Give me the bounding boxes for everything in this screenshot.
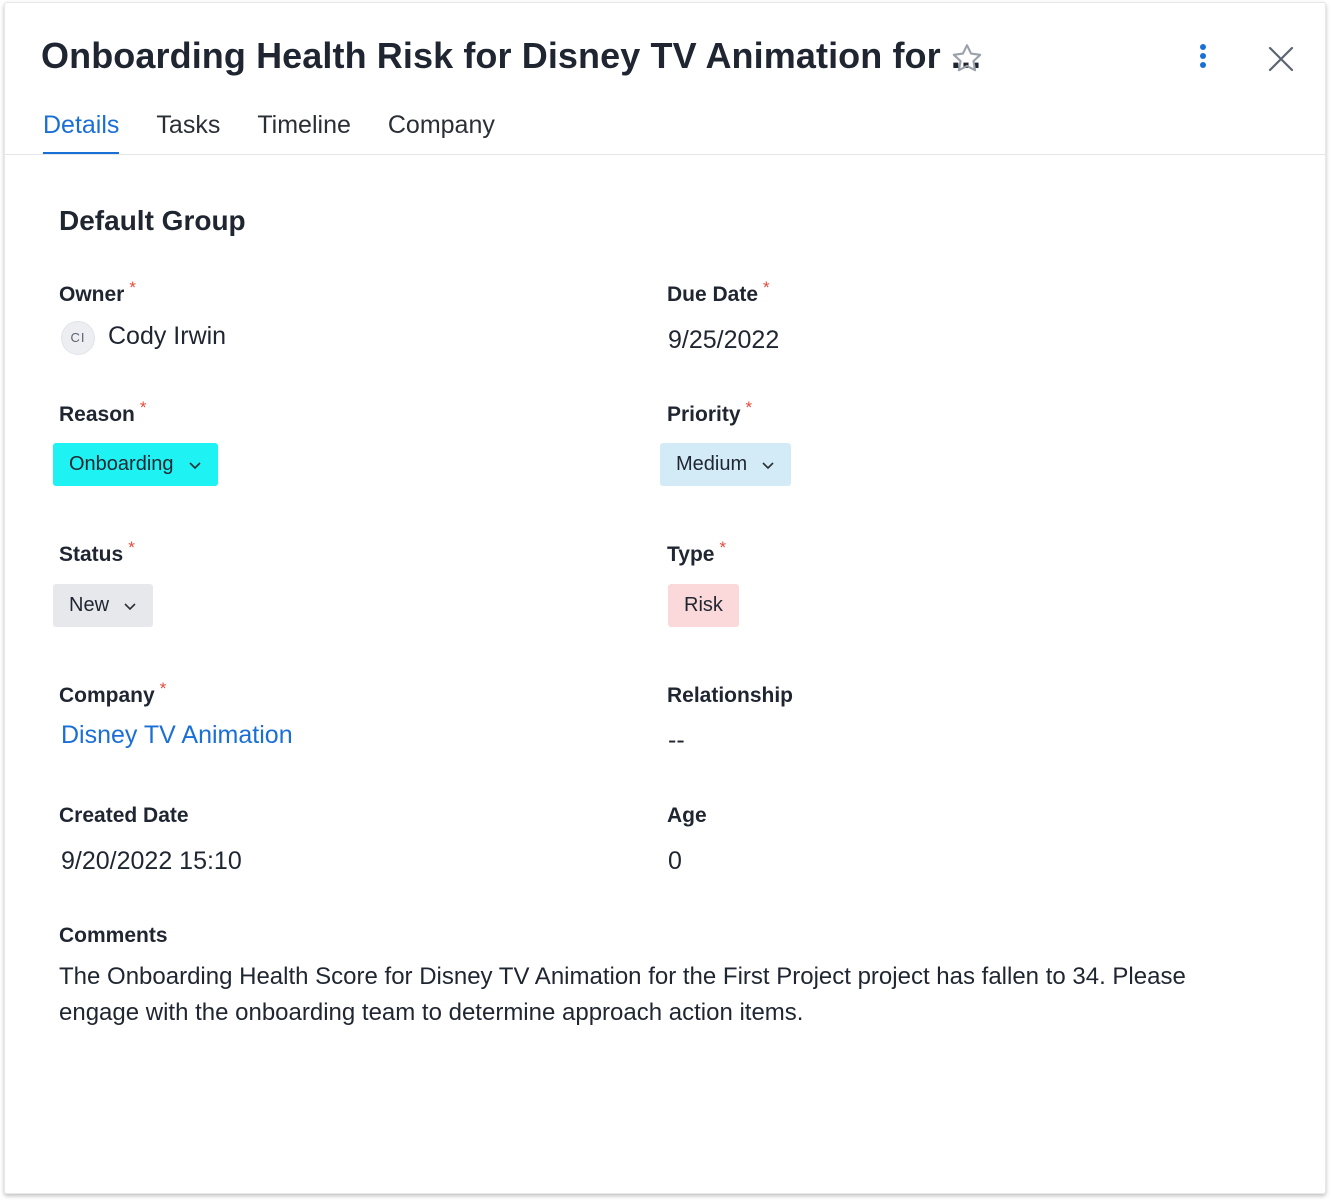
chevron-down-icon [188,461,201,469]
due-date-value[interactable]: 9/25/2022 [668,326,779,355]
status-value: New [69,594,110,616]
favorite-button[interactable] [949,41,985,77]
tabs-divider [5,154,1325,155]
star-icon [952,44,982,72]
type-label-text: Type [667,543,715,566]
status-label: Status * [59,538,135,567]
cta-detail-panel: Onboarding Health Risk for Disney TV Ani… [4,2,1326,1194]
priority-label-text: Priority [667,403,741,426]
tab-tasks[interactable]: Tasks [156,111,220,155]
created-date-label-text: Created Date [59,804,189,827]
owner-label: Owner * [59,278,136,307]
priority-value: Medium [676,453,748,475]
chevron-down-icon [124,602,136,610]
group-title: Default Group [59,205,246,236]
status-dropdown[interactable]: New [53,584,154,627]
owner-label-text: Owner [59,283,125,306]
page-title: Onboarding Health Risk for Disney TV Ani… [41,35,982,76]
reason-value: Onboarding [69,453,174,475]
due-date-label-text: Due Date [667,283,759,306]
relationship-label: Relationship [667,684,793,708]
priority-label: Priority * [667,398,752,427]
age-value: 0 [668,847,682,875]
reason-label: Reason * [59,398,146,427]
required-mark: * [139,398,147,417]
required-mark: * [129,278,136,297]
company-link[interactable]: Disney TV Animation [61,721,293,750]
required-mark: * [719,538,727,557]
reason-label-text: Reason [59,403,135,426]
required-mark: * [763,278,770,297]
type-label: Type * [667,538,726,567]
company-label-text: Company [59,684,155,707]
status-label-text: Status [59,543,124,566]
comments-label-text: Comments [59,924,168,947]
required-mark: * [745,398,753,417]
more-options-button[interactable] [1191,41,1215,77]
chevron-down-icon [762,461,774,469]
type-badge: Risk [668,584,739,627]
more-vertical-icon [1200,44,1206,68]
close-button[interactable] [1267,45,1295,73]
age-label: Age [667,804,707,828]
age-label-text: Age [667,804,707,827]
avatar: CI [61,321,95,355]
relationship-label-text: Relationship [667,684,794,707]
comments-value[interactable]: The Onboarding Health Score for Disney T… [59,959,1269,1031]
required-mark: * [159,679,167,698]
due-date-label: Due Date * [667,278,770,307]
comments-label: Comments [59,924,168,948]
tab-bar: Details Tasks Timeline Company [43,111,532,155]
tab-details[interactable]: Details [43,111,120,155]
tab-timeline[interactable]: Timeline [257,111,351,155]
close-icon [1268,46,1294,72]
reason-dropdown[interactable]: Onboarding [53,443,218,486]
company-label: Company * [59,679,166,708]
created-date-label: Created Date [59,804,189,828]
created-date-value: 9/20/2022 15:10 [61,847,242,875]
priority-dropdown[interactable]: Medium [660,443,792,486]
relationship-value: -- [668,726,685,754]
type-value: Risk [684,594,723,616]
required-mark: * [128,538,135,557]
tab-company[interactable]: Company [388,111,495,155]
owner-value[interactable]: Cody Irwin [108,322,226,351]
